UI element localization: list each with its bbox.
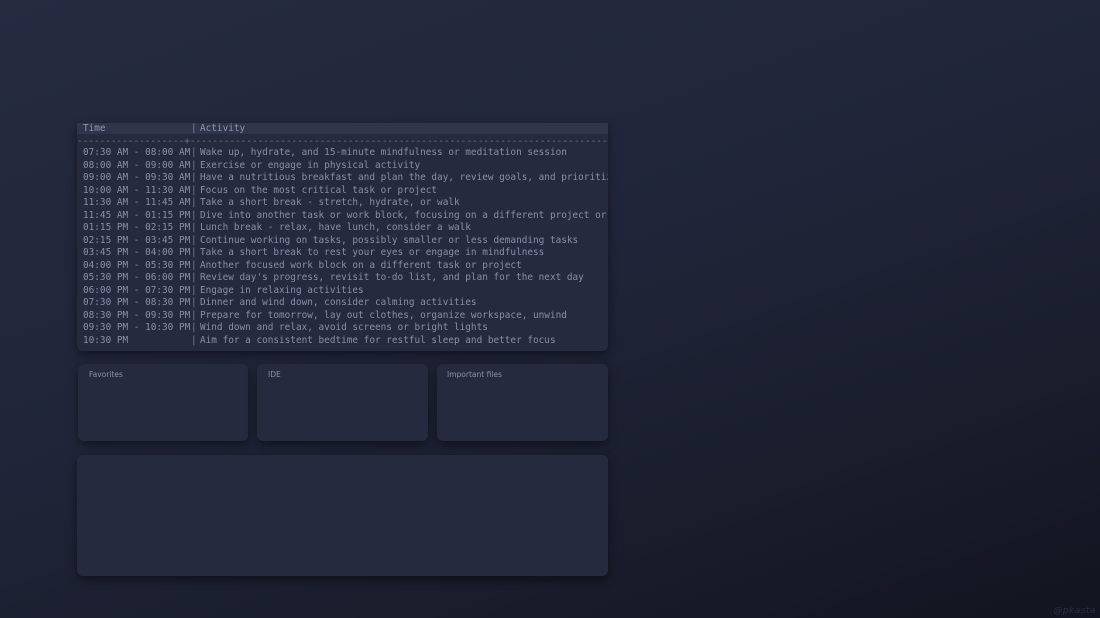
empty-panel [77, 455, 608, 576]
activity-cell: Take a short break to rest your eyes or … [200, 247, 545, 258]
activity-cell: Exercise or engage in physical activity [200, 159, 421, 171]
time-cell: 02:15 PM - 03:45 PM [83, 234, 191, 246]
table-row: 08:00 AM - 09:00 AM | Exercise or engage i… [77, 160, 608, 173]
activity-cell: Dive into another task or work block, fo… [200, 209, 608, 221]
activity-cell: Dinner and wind down, consider calming a… [200, 297, 477, 308]
table-row: 03:45 PM - 04:00 PM | Take a short break t… [77, 247, 608, 260]
column-separator: | [191, 147, 197, 158]
column-separator: | [191, 209, 197, 221]
table-row: 09:00 AM - 09:30 AM | Have a nutritious br… [77, 172, 608, 185]
column-separator: | [191, 272, 197, 283]
ide-widget[interactable]: IDE [257, 364, 428, 441]
column-separator: | [191, 234, 197, 246]
activity-cell: Another focused work block on a differen… [200, 259, 522, 271]
column-separator: | [191, 222, 197, 233]
table-row: 08:30 PM - 09:30 PM | Prepare for tomorrow… [77, 310, 608, 323]
column-separator: | [191, 309, 197, 321]
time-cell: 01:15 PM - 02:15 PM [83, 222, 191, 233]
time-cell: 11:30 AM - 11:45 AM [83, 197, 191, 208]
column-separator: | [191, 172, 197, 183]
time-cell: 08:00 AM - 09:00 AM [83, 159, 191, 171]
table-row: 01:15 PM - 02:15 PM | Lunch break - relax,… [77, 222, 608, 235]
time-cell: 05:30 PM - 06:00 PM [83, 272, 191, 283]
column-separator: | [191, 247, 197, 258]
table-row: 09:30 PM - 10:30 PM | Wind down and relax,… [77, 322, 608, 335]
time-cell: 04:00 PM - 05:30 PM [83, 259, 191, 271]
activity-cell: Lunch break - relax, have lunch, conside… [200, 222, 471, 233]
activity-cell: Continue working on tasks, possibly smal… [200, 234, 579, 246]
favorites-widget[interactable]: Favorites [78, 364, 248, 441]
table-row: 11:45 AM - 01:15 PM | Dive into another ta… [77, 210, 608, 223]
time-cell: 07:30 AM - 08:00 AM [83, 147, 191, 158]
table-row: 10:30 PM | Aim for a consistent bedtime fo… [77, 335, 608, 348]
table-row: 06:00 PM - 07:30 PM | Engage in relaxing a… [77, 285, 608, 298]
time-cell: 10:30 PM [83, 334, 129, 346]
important-files-title: Important files [447, 370, 502, 379]
table-row: 02:15 PM - 03:45 PM | Continue working on … [77, 235, 608, 248]
schedule-table: Time | Activity -------------------+----… [77, 123, 608, 351]
schedule-header: Time | Activity [77, 123, 608, 134]
ide-title: IDE [268, 370, 281, 379]
table-row: 10:00 AM - 11:30 AM | Focus on the most cr… [77, 185, 608, 198]
column-separator: | [191, 284, 197, 296]
important-files-widget[interactable]: Important files [437, 364, 608, 441]
table-row: 04:00 PM - 05:30 PM | Another focused work… [77, 260, 608, 273]
time-cell: 10:00 AM - 11:30 AM [83, 184, 191, 196]
activity-cell: Take a short break - stretch, hydrate, o… [200, 197, 460, 208]
time-cell: 08:30 PM - 09:30 PM [83, 309, 191, 321]
activity-cell: Engage in relaxing activities [200, 284, 364, 296]
column-separator: | [191, 184, 197, 196]
activity-cell: Prepare for tomorrow, lay out clothes, o… [200, 309, 567, 321]
activity-column-header: Activity [200, 123, 246, 134]
table-row: 05:30 PM - 06:00 PM | Review day's progres… [77, 272, 608, 285]
column-separator: | [191, 197, 197, 208]
activity-cell: Wind down and relax, avoid screens or br… [200, 322, 488, 333]
watermark: @pkasta [1053, 606, 1096, 616]
time-cell: 09:30 PM - 10:30 PM [83, 322, 191, 333]
column-separator: | [191, 159, 197, 171]
time-cell: 09:00 AM - 09:30 AM [83, 172, 191, 183]
time-cell: 11:45 AM - 01:15 PM [83, 209, 191, 221]
favorites-title: Favorites [89, 370, 123, 379]
activity-cell: Review day's progress, revisit to-do lis… [200, 272, 584, 283]
table-row: 07:30 PM - 08:30 PM | Dinner and wind down… [77, 297, 608, 310]
table-row: 07:30 AM - 08:00 AM | Wake up, hydrate, an… [77, 147, 608, 160]
time-cell: 07:30 PM - 08:30 PM [83, 297, 191, 308]
activity-cell: Wake up, hydrate, and 15-minute mindfuln… [200, 147, 567, 158]
column-separator: | [191, 334, 197, 346]
column-separator: | [191, 123, 197, 134]
activity-cell: Focus on the most critical task or proje… [200, 184, 438, 196]
time-cell: 06:00 PM - 07:30 PM [83, 284, 191, 296]
time-column-header: Time [83, 123, 106, 134]
column-separator: | [191, 297, 197, 308]
column-separator: | [191, 322, 197, 333]
activity-cell: Have a nutritious breakfast and plan the… [200, 172, 608, 183]
activity-cell: Aim for a consistent bedtime for restful… [200, 334, 556, 346]
time-cell: 03:45 PM - 04:00 PM [83, 247, 191, 258]
column-separator: | [191, 259, 197, 271]
table-row: 11:30 AM - 11:45 AM | Take a short break -… [77, 197, 608, 210]
schedule-rows: 07:30 AM - 08:00 AM | Wake up, hydrate, an… [77, 147, 608, 347]
